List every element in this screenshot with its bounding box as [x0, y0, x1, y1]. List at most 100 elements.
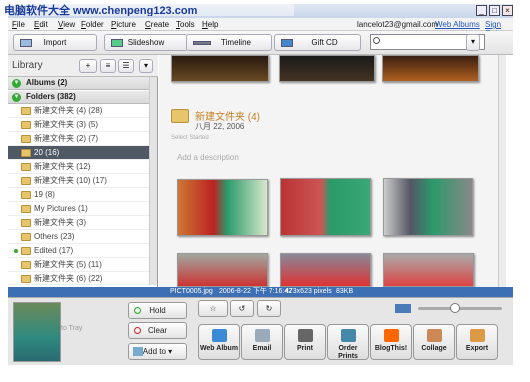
- rotate-left-button[interactable]: ↺: [230, 300, 254, 317]
- order-prints-button[interactable]: Order Prints: [327, 324, 369, 360]
- maximize-button[interactable]: □: [489, 5, 500, 16]
- library-title: Library: [12, 60, 43, 71]
- folder-label: 新建文件夹 (10) (17): [34, 176, 107, 185]
- photo-thumbnail[interactable]: [279, 55, 375, 82]
- hold-icon: [134, 307, 141, 314]
- photo-thumbnail[interactable]: [280, 253, 371, 287]
- print-label: Print: [297, 345, 313, 352]
- status-bar: PICT0005.jpg 2006-8-22 下午 7:16:42 473x62…: [8, 287, 513, 297]
- web-albums-link[interactable]: Web Albums: [435, 20, 480, 29]
- menu-help[interactable]: Help: [202, 20, 218, 29]
- tree-view-button[interactable]: ☰: [118, 59, 134, 73]
- photo-thumbnail[interactable]: [177, 179, 268, 236]
- close-button[interactable]: ×: [502, 5, 513, 16]
- timeline-icon: [193, 41, 211, 45]
- menu-picture[interactable]: Picture: [111, 20, 136, 29]
- folders-section[interactable]: ▼ Folders (382): [8, 91, 150, 104]
- folder-icon: [21, 205, 31, 213]
- folder-label: Others (23): [34, 232, 75, 241]
- photo-thumbnail[interactable]: [280, 178, 371, 236]
- slideshow-label: Slideshow: [127, 38, 165, 47]
- new-album-button[interactable]: +: [79, 59, 97, 73]
- add-to-label: Add to: [142, 347, 166, 356]
- folder-item-selected[interactable]: 20 (16): [8, 146, 150, 160]
- add-to-button[interactable]: Add to ▾: [128, 343, 187, 360]
- slideshow-button[interactable]: Slideshow: [104, 34, 188, 51]
- photo-thumbnail[interactable]: [383, 178, 473, 236]
- blogthis-button[interactable]: BlogThis!: [370, 324, 412, 360]
- print-button[interactable]: Print: [284, 324, 326, 360]
- description-field[interactable]: Add a description: [177, 153, 239, 162]
- library-header: Library + ≡ ☰ ▾: [8, 55, 158, 77]
- folder-item[interactable]: 新建文件夹 (3): [8, 216, 150, 230]
- folder-icon: [21, 275, 31, 283]
- folder-large-icon: [171, 109, 189, 123]
- email-button[interactable]: Email: [241, 324, 283, 360]
- collage-button[interactable]: Collage: [413, 324, 455, 360]
- thumbnail-size-slider[interactable]: [418, 307, 502, 310]
- web-album-icon: [212, 329, 227, 342]
- slideshow-icon: [111, 39, 123, 47]
- search-dropdown-button[interactable]: ▾: [466, 34, 480, 51]
- photo-thumbnail[interactable]: [382, 55, 479, 82]
- status-filename: PICT0005.jpg: [170, 288, 213, 295]
- folder-label: 新建文件夹 (3) (5): [34, 120, 98, 129]
- status-filesize: 83KB: [336, 288, 354, 295]
- gift-cd-button[interactable]: Gift CD: [274, 34, 361, 51]
- folder-item[interactable]: Others (23): [8, 230, 150, 244]
- hold-button[interactable]: Hold: [128, 302, 187, 319]
- tray-photo[interactable]: [13, 302, 61, 362]
- menu-create[interactable]: Create: [145, 20, 169, 29]
- library-sidebar: Library + ≡ ☰ ▾ ▼ Albums (2) ▼ Folders (38…: [8, 55, 158, 287]
- folder-item[interactable]: 新建文件夹 (2) (7): [8, 132, 150, 146]
- order-prints-icon: [341, 329, 356, 342]
- photo-thumbnail[interactable]: [177, 253, 268, 287]
- sidebar-scrollbar[interactable]: [149, 77, 157, 285]
- folder-item[interactable]: My Pictures (1): [8, 202, 150, 216]
- folder-date: 八月 22, 2006: [195, 122, 245, 131]
- folder-label: My Pictures (1): [34, 204, 88, 213]
- minimize-button[interactable]: _: [476, 5, 487, 16]
- menu-edit[interactable]: Edit: [34, 20, 48, 29]
- slider-handle[interactable]: [450, 303, 460, 313]
- thumbnail-size-icon: [395, 304, 411, 313]
- folder-icon: [21, 121, 31, 129]
- folder-item[interactable]: 新建文件夹 (10) (17): [8, 174, 150, 188]
- status-date: 2006-8-22 下午 7:16:42: [219, 288, 293, 295]
- status-dimensions: 473x623 pixels: [285, 288, 332, 295]
- cd-icon: [281, 39, 293, 47]
- photo-thumbnail[interactable]: [383, 253, 474, 287]
- import-button[interactable]: Import: [13, 34, 97, 51]
- photo-thumbnail[interactable]: [171, 55, 269, 82]
- web-album-label: Web Album: [199, 345, 239, 352]
- photo-scrollbar[interactable]: [498, 55, 506, 287]
- folder-icon: [21, 163, 31, 171]
- flat-view-button[interactable]: ≡: [100, 59, 116, 73]
- albums-section[interactable]: ▼ Albums (2): [8, 77, 150, 90]
- clear-button[interactable]: Clear: [128, 322, 187, 339]
- star-button[interactable]: ☆: [198, 300, 228, 317]
- menu-folder[interactable]: Folder: [81, 20, 104, 29]
- folder-icon: [21, 177, 31, 185]
- menu-file[interactable]: File: [12, 20, 25, 29]
- rotate-right-button[interactable]: ↻: [257, 300, 281, 317]
- folder-item[interactable]: Edited (17): [8, 244, 150, 258]
- timeline-button[interactable]: Timeline: [186, 34, 272, 51]
- folder-item[interactable]: 新建文件夹 (12): [8, 160, 150, 174]
- folder-item[interactable]: 新建文件夹 (5) (11): [8, 258, 150, 272]
- folder-item[interactable]: 19 (8): [8, 188, 150, 202]
- picasa-window: _ □ × 电脑软件大全 www.chenpeng123.com File Ed…: [0, 0, 530, 382]
- menu-view[interactable]: View: [58, 20, 75, 29]
- folder-label: Edited (17): [34, 246, 74, 255]
- collage-icon: [427, 329, 442, 342]
- view-options-button[interactable]: ▾: [139, 59, 153, 73]
- export-button[interactable]: Export: [456, 324, 498, 360]
- menu-tools[interactable]: Tools: [176, 20, 195, 29]
- folder-label: 新建文件夹 (4) (28): [34, 106, 103, 115]
- folder-item[interactable]: 新建文件夹 (6) (22): [8, 272, 150, 285]
- edited-dot-icon: [14, 249, 18, 253]
- collage-label: Collage: [421, 345, 447, 352]
- folder-item[interactable]: 新建文件夹 (3) (5): [8, 118, 150, 132]
- web-album-button[interactable]: Web Album: [198, 324, 240, 360]
- folder-item[interactable]: 新建文件夹 (4) (28): [8, 104, 150, 118]
